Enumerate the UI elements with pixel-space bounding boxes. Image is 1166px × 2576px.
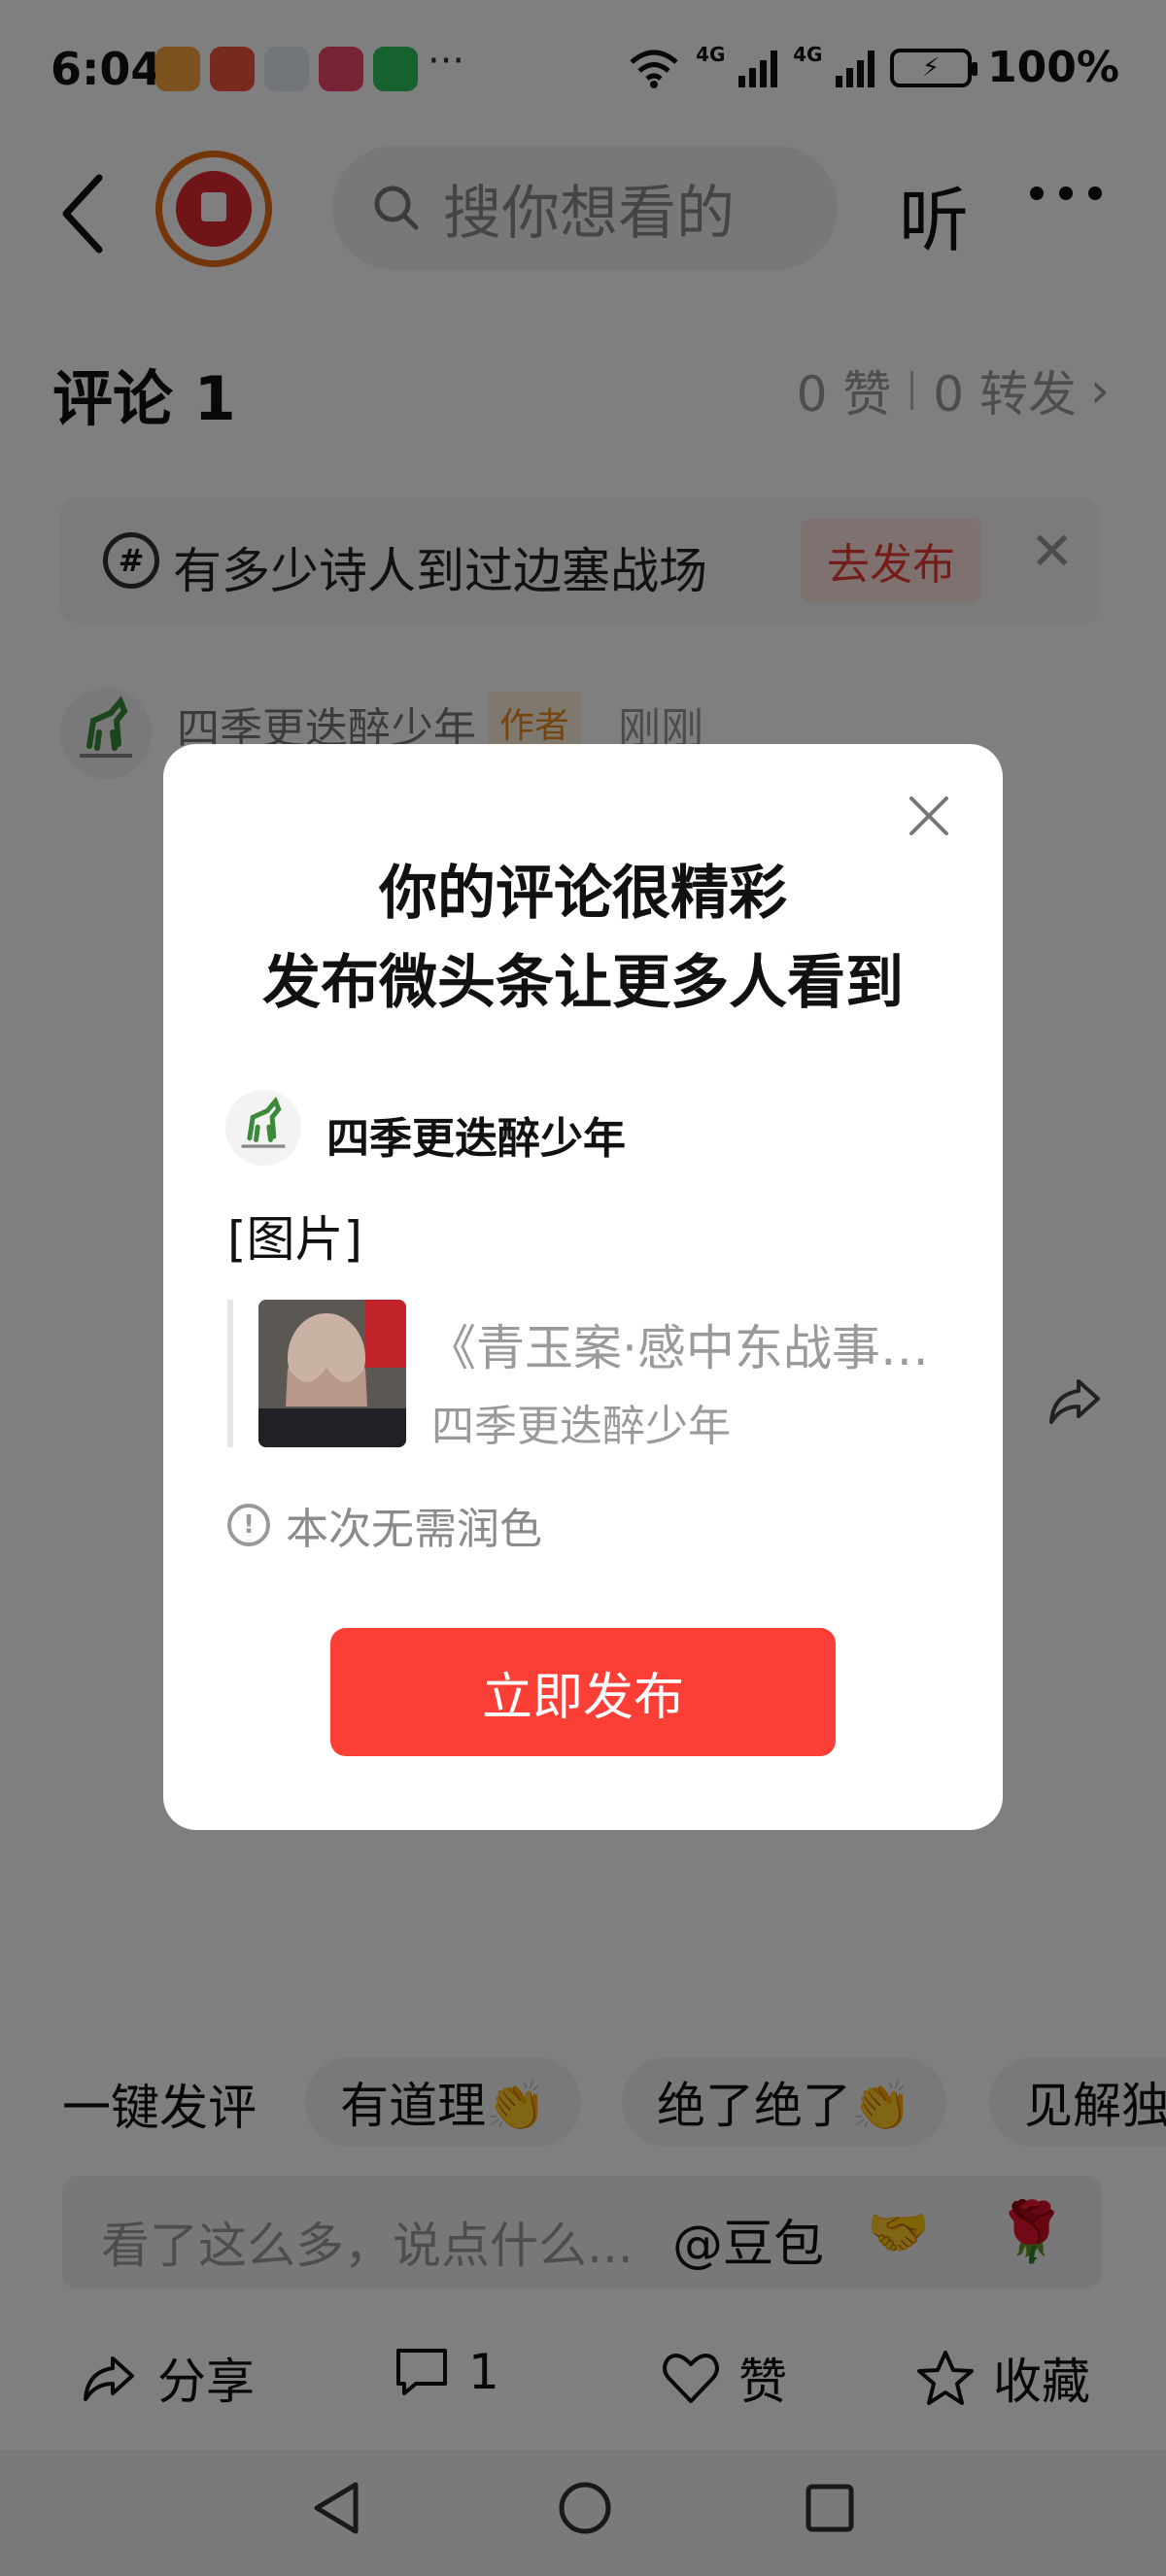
polish-hint: ! 本次无需润色 xyxy=(227,1494,542,1556)
horse-avatar-icon xyxy=(241,1096,286,1148)
dialog-title-line1: 你的评论很精彩 xyxy=(379,860,787,928)
publish-now-button[interactable]: 立即发布 xyxy=(330,1628,836,1756)
quote-bar xyxy=(227,1300,233,1447)
dialog-title: 你的评论很精彩 发布微头条让更多人看到 xyxy=(163,849,1003,1028)
dialog-title-line2: 发布微头条让更多人看到 xyxy=(262,949,904,1017)
article-author: 四季更迭醉少年 xyxy=(431,1402,731,1451)
polish-hint-text: 本次无需润色 xyxy=(286,1505,542,1554)
article-thumbnail xyxy=(258,1300,406,1447)
close-icon[interactable] xyxy=(902,789,956,843)
dialog-content: [图片] xyxy=(227,1211,363,1268)
publish-dialog: 你的评论很精彩 发布微头条让更多人看到 四季更迭醉少年 [图片] 《青玉案·感中… xyxy=(163,744,1003,1830)
dialog-author: 四季更迭醉少年 xyxy=(326,1114,626,1164)
article-photo-icon xyxy=(258,1300,406,1447)
info-icon: ! xyxy=(227,1504,270,1546)
article-title: 《青玉案·感中东战事… xyxy=(428,1320,929,1376)
avatar xyxy=(225,1090,301,1166)
nav-backdrop xyxy=(0,2450,1166,2576)
